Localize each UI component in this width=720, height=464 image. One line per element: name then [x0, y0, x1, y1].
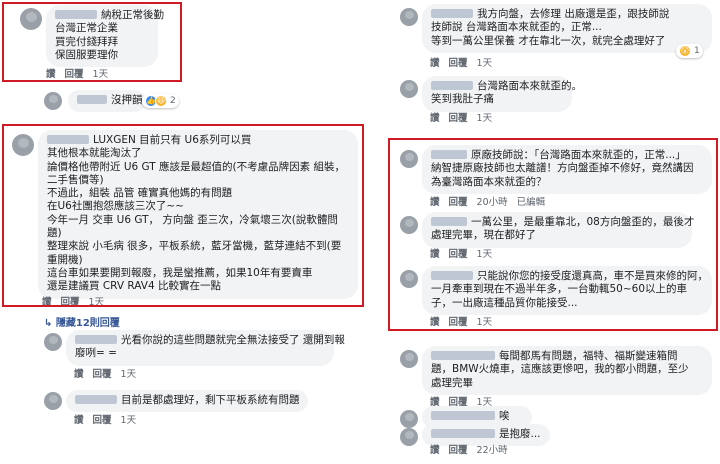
timestamp[interactable]: 1天 — [121, 369, 137, 380]
right-comment-column: 我方向盤，去修理 出廠還是歪，跟技師說 技師說 台灣路面本來就歪的，正常... … — [386, 0, 720, 464]
commenter-avatar[interactable] — [400, 410, 418, 428]
comment-actions: 讚回覆 1天 — [430, 55, 501, 69]
commenter-name[interactable] — [75, 395, 117, 404]
like-link[interactable]: 讚 — [430, 445, 440, 456]
reply-link[interactable]: 回覆 — [449, 445, 468, 456]
commenter-avatar[interactable] — [400, 428, 418, 446]
comment-bubble: 光看你說的這些問題就完全無法接受了 還開到報 廢咧= = — [66, 330, 345, 366]
reply-link[interactable]: 回覆 — [93, 415, 112, 426]
highlight-box — [2, 124, 364, 307]
comment-actions: 讚回覆 1天 — [74, 366, 145, 380]
commenter-avatar[interactable] — [400, 350, 418, 368]
comment-bubble: 目前是都處理好，剩下平板系統有問題 — [66, 390, 308, 413]
reply-link[interactable]: 回覆 — [449, 58, 468, 69]
commenter-name[interactable] — [431, 81, 473, 90]
commenter-name[interactable] — [431, 429, 495, 438]
commenter-avatar[interactable] — [44, 92, 62, 110]
timestamp[interactable]: 22小時 — [477, 445, 508, 456]
wow-reaction-icon: 😮 — [679, 45, 691, 57]
commenter-name[interactable] — [431, 411, 495, 420]
reaction-summary[interactable]: 👍 😆 2 — [142, 94, 179, 108]
commenter-avatar[interactable] — [44, 392, 62, 410]
comment-actions: 讚回覆 22小時 — [430, 442, 517, 456]
like-link[interactable]: 讚 — [74, 369, 84, 380]
commenter-name[interactable] — [75, 335, 117, 344]
reply-link[interactable]: 回覆 — [449, 113, 468, 124]
reply-link[interactable]: 回覆 — [93, 369, 112, 380]
left-comment-column: 納稅正常後勤 台灣正常企業 買完付錢拜拜 保固服要理你 讚回覆 1天 沒押韻 👍 … — [0, 0, 365, 464]
reaction-summary[interactable]: 😮 1 — [676, 44, 703, 58]
like-link[interactable]: 讚 — [430, 113, 440, 124]
timestamp[interactable]: 1天 — [121, 415, 137, 426]
comment-actions: 讚回覆 1天 — [430, 110, 501, 124]
commenter-name[interactable] — [77, 95, 107, 104]
commenter-avatar[interactable] — [44, 333, 62, 351]
comment-bubble: 我方向盤，去修理 出廠還是歪，跟技師說 技師說 台灣路面本來就歪的，正常... … — [422, 4, 712, 53]
hidden-replies-link[interactable]: ↳ 隱藏12則回覆 — [44, 314, 120, 329]
commenter-avatar[interactable] — [400, 8, 418, 26]
timestamp[interactable]: 1天 — [477, 58, 493, 69]
commenter-name[interactable] — [431, 351, 495, 360]
reply-arrow-icon: ↳ — [44, 318, 56, 329]
like-link[interactable]: 讚 — [74, 415, 84, 426]
haha-reaction-icon: 😆 — [155, 95, 167, 107]
commenter-avatar[interactable] — [400, 80, 418, 98]
commenter-name[interactable] — [431, 9, 473, 18]
highlight-box — [388, 138, 718, 331]
highlight-box — [2, 2, 182, 82]
timestamp[interactable]: 1天 — [477, 113, 493, 124]
comment-bubble: 台灣路面本來就歪的。 笑到我肚子痛 — [422, 76, 582, 112]
comment-bubble: 沒押韻 — [68, 90, 146, 113]
comment-actions: 讚回覆 1天 — [74, 412, 145, 426]
comment-bubble: 每間都馬有問題，福特、福斯變速箱問 題，BMW火燒車，這應該更慘吧，我的都小問題… — [422, 346, 712, 395]
like-link[interactable]: 讚 — [430, 58, 440, 69]
